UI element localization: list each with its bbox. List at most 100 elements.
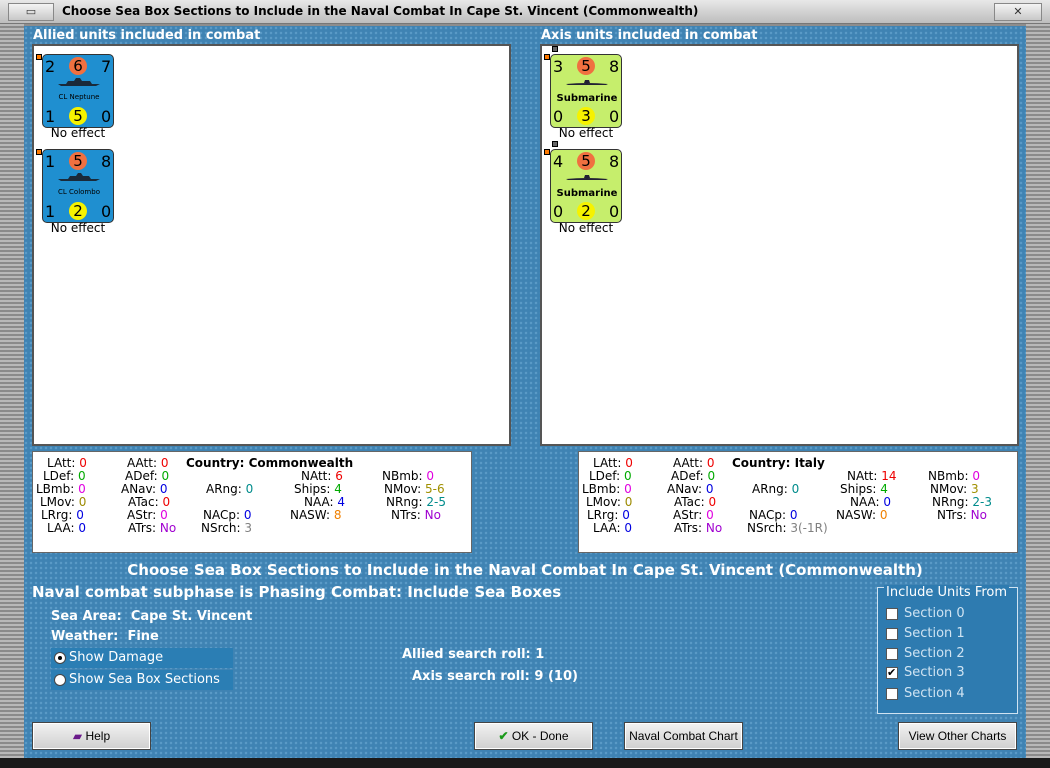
stat-value: 0 [879,508,888,522]
stat-value: 0 [624,521,633,535]
frame-right [1026,24,1050,758]
stat-label: LBmb: [36,482,75,496]
stat-label: NACp: [749,508,787,522]
stat-value: No [424,508,441,522]
section-1-checkbox[interactable]: Section 1 [884,625,965,643]
stat-astr: AStr: 0 [673,508,714,522]
stat-latt: LAtt: 0 [593,456,633,470]
close-icon: ✕ [1013,5,1023,18]
taskbar [0,758,1050,768]
submarine-icon [566,175,608,180]
radio-icon [54,674,66,686]
stat-value: 0 [625,456,633,470]
cruiser-icon [58,78,100,86]
stat-value: 4 [880,482,888,496]
stat-label: NAA: [304,495,334,509]
show-damage-radio[interactable]: Show Damage [51,648,233,668]
unit-top-center: 5 [577,57,595,75]
section-4-checkbox[interactable]: Section 4 [884,685,965,703]
stat-value: 0 [78,521,87,535]
section-2-checkbox[interactable]: Section 2 [884,645,965,663]
stat-value: 0 [78,495,87,509]
unit-bottom-left: 0 [553,202,564,221]
stat-nbmb: NBmb: 0 [928,469,980,483]
stat-natt: NAtt: 14 [847,469,897,483]
help-button[interactable]: ▰ Help [32,722,151,750]
axis-unit-card[interactable]: 4 5 8 Submarine 0 2 0 [550,149,622,223]
stat-label: LRrg: [41,508,73,522]
stat-ships: Ships: 4 [840,482,888,496]
allied-units-panel[interactable]: 2 6 7 CL Neptune 1 5 0 No effect 1 5 8 C… [32,44,511,446]
stat-value: 0 [883,495,892,509]
unit-bottom-right: 0 [609,107,620,126]
restore-button[interactable]: ▭ [8,3,54,21]
allied-unit-card[interactable]: 2 6 7 CL Neptune 1 5 0 [42,54,114,128]
stat-value: 8 [333,508,342,522]
stat-value: 0 [161,469,170,483]
axis-units-label: Axis units included in combat [541,28,758,43]
radio-label: Show Sea Box Sections [69,672,220,687]
unit-bottom-left: 1 [45,107,56,126]
ok-done-button[interactable]: ✔ OK - Done [474,722,593,750]
unit-effect-caption: No effect [558,221,614,235]
stat-country: Country: Italy [732,456,825,470]
stat-nrng: NRng: 2-5 [386,495,446,509]
unit-top-left: 2 [45,57,56,76]
sea-area-label: Sea Area: [51,609,122,624]
unit-marker-icon [552,46,558,52]
unit-effect-caption: No effect [558,126,614,140]
stat-label: ATrs: [674,521,703,535]
stat-label: NACp: [203,508,241,522]
unit-name: Submarine [556,188,618,199]
axis-units-panel[interactable]: 3 5 8 Submarine 0 3 0 No effect 4 5 8 Su… [540,44,1019,446]
stat-value: 0 [789,508,798,522]
unit-name: CL Neptune [58,93,100,101]
stat-atrs: ATrs: No [674,521,722,535]
stat-ldef: LDef: 0 [43,469,86,483]
axis-unit-card[interactable]: 3 5 8 Submarine 0 3 0 [550,54,622,128]
stat-value: 3 [244,521,252,535]
stat-arng: ARng: 0 [752,482,799,496]
stat-lmov: LMov: 0 [586,495,632,509]
stat-value: 0 [426,469,435,483]
stat-value: 2-3 [972,495,993,509]
unit-top-center: 6 [69,57,87,75]
unit-bottom-right: 0 [101,107,112,126]
stat-value: 0 [159,482,168,496]
stat-astr: AStr: 0 [127,508,168,522]
stat-label: LRrg: [587,508,619,522]
stat-value: 0 [624,482,632,496]
stat-country: Country: Commonwealth [186,456,353,470]
section-3-checkbox[interactable]: Section 3 [884,664,965,682]
stat-label: ATac: [674,495,705,509]
stat-value: 0 [76,508,84,522]
unit-top-right: 8 [609,57,620,76]
stat-anav: ANav: 0 [121,482,168,496]
stat-value: 3(-1R) [790,521,828,535]
sea-area-row: Sea Area: Cape St. Vincent [51,609,252,624]
stat-value: 0 [705,482,714,496]
show-sections-radio[interactable]: Show Sea Box Sections [51,670,233,690]
stat-label: LAA: [47,521,75,535]
stat-label: ADef: [671,469,704,483]
stat-adef: ADef: 0 [671,469,715,483]
view-other-charts-button[interactable]: View Other Charts [898,722,1017,750]
stat-nmov: NMov: 3 [930,482,979,496]
stat-adef: ADef: 0 [125,469,169,483]
stat-nasw: NASW: 8 [290,508,341,522]
naval-combat-chart-button[interactable]: Naval Combat Chart [624,722,743,750]
stat-label: NAtt: [847,469,878,483]
close-button[interactable]: ✕ [994,3,1042,21]
weather-label: Weather: [51,629,119,644]
stat-value: 0 [79,456,87,470]
stat-naa: NAA: 4 [304,495,345,509]
section-0-checkbox[interactable]: Section 0 [884,605,965,623]
checkbox-label: Section 1 [904,626,965,641]
cruiser-icon [58,173,100,181]
stat-value: 0 [162,495,171,509]
stat-value: 0 [708,495,717,509]
stat-ntrs: NTrs: No [937,508,987,522]
stat-label: AAtt: [673,456,703,470]
allied-unit-card[interactable]: 1 5 8 CL Colombo 1 2 0 [42,149,114,223]
stat-label: NAtt: [301,469,332,483]
